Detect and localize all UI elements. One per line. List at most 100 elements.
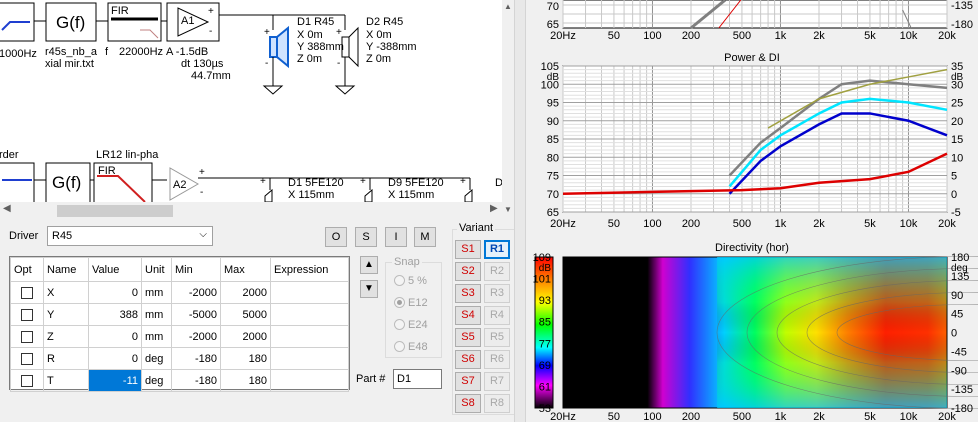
table-row[interactable]: Y 388 mm -5000 5000 xyxy=(10,303,349,326)
param-min[interactable]: -180 xyxy=(171,347,221,370)
col-max[interactable]: Max xyxy=(220,257,271,282)
schematic-vscroll[interactable]: ▲ ▼ xyxy=(502,0,514,219)
param-max[interactable]: 5000 xyxy=(220,303,271,326)
col-unit[interactable]: Unit xyxy=(141,257,172,282)
param-expression[interactable] xyxy=(270,303,349,326)
y2-tick-label: 25 xyxy=(951,98,963,110)
opt-checkbox[interactable] xyxy=(21,308,33,321)
param-expression[interactable] xyxy=(270,281,349,304)
param-min[interactable]: -5000 xyxy=(171,303,221,326)
splitter[interactable] xyxy=(514,0,526,422)
param-value[interactable]: 0 xyxy=(88,281,142,304)
x-tick-label: 10k xyxy=(900,30,918,42)
param-max[interactable]: 2000 xyxy=(220,325,271,348)
opt-checkbox[interactable] xyxy=(21,330,33,343)
part-input[interactable]: D1 xyxy=(393,369,442,389)
opt-checkbox[interactable] xyxy=(21,286,33,299)
m-button[interactable]: M xyxy=(414,227,436,247)
d1-minus: - xyxy=(265,58,269,69)
d2-minus: - xyxy=(337,58,341,69)
x-tick-label: 20Hz xyxy=(550,30,576,42)
chevron-down-icon: ⌵ xyxy=(199,229,207,240)
opt-checkbox[interactable] xyxy=(21,374,33,387)
variant-r8-button[interactable]: R8 xyxy=(484,394,510,413)
variant-s1-button[interactable]: S1 xyxy=(455,240,481,259)
move-down-button[interactable]: ▼ xyxy=(360,280,378,298)
fir-label-top: FIR xyxy=(111,5,129,17)
y-tick-label: 95 xyxy=(547,98,559,110)
variant-s4-button[interactable]: S4 xyxy=(455,306,481,325)
snap-title: Snap xyxy=(392,256,422,268)
scroll-up-icon[interactable]: ▲ xyxy=(504,2,512,11)
x-tick-label: 1k xyxy=(775,218,787,230)
param-min[interactable]: -2000 xyxy=(171,281,221,304)
table-row[interactable]: Z 0 mm -2000 2000 xyxy=(10,325,349,348)
variant-s3-button[interactable]: S3 xyxy=(455,284,481,303)
snap-radio-5pct[interactable]: 5 % xyxy=(394,275,427,287)
col-name[interactable]: Name xyxy=(43,257,89,282)
table-row[interactable]: T -11 deg -180 180 xyxy=(10,369,349,392)
snap-radio-e24[interactable]: E24 xyxy=(394,319,428,331)
param-value[interactable]: 0 xyxy=(88,347,142,370)
param-expression[interactable] xyxy=(270,325,349,348)
move-up-button[interactable]: ▲ xyxy=(360,256,378,274)
col-opt[interactable]: Opt xyxy=(10,257,44,282)
scroll-right-icon[interactable]: ▶ xyxy=(490,203,498,214)
scroll-down-icon[interactable]: ▼ xyxy=(504,205,512,214)
variant-r1-button[interactable]: R1 xyxy=(484,240,510,259)
x-tick-label: 20k xyxy=(938,218,956,230)
schematic-canvas[interactable]: 1000Hz G(f) r45s_nb_a xial mir.txt FIR f… xyxy=(0,0,502,202)
schematic-hscroll[interactable]: ◀ ▶ xyxy=(0,202,502,219)
variant-r7-button[interactable]: R7 xyxy=(484,372,510,391)
param-name: X xyxy=(43,281,89,304)
y2-tick-label: 10 xyxy=(951,152,963,164)
snap-radio-e12[interactable]: E12 xyxy=(394,297,428,309)
s-button[interactable]: S xyxy=(355,227,377,247)
d1-plus: + xyxy=(264,27,270,38)
param-value[interactable]: 0 xyxy=(88,325,142,348)
variant-s6-button[interactable]: S6 xyxy=(455,350,481,369)
param-unit: deg xyxy=(141,369,172,392)
scroll-left-icon[interactable]: ◀ xyxy=(3,203,11,214)
hscroll-thumb[interactable] xyxy=(57,205,173,217)
param-value[interactable]: 388 xyxy=(88,303,142,326)
driver-select[interactable]: R45 ⌵ xyxy=(47,226,213,246)
x-tick-label: 200 xyxy=(682,218,700,230)
variant-s5-button[interactable]: S5 xyxy=(455,328,481,347)
d2-name: D2 R45 xyxy=(366,16,404,28)
col-min[interactable]: Min xyxy=(171,257,221,282)
param-min[interactable]: -2000 xyxy=(171,325,221,348)
opt-checkbox[interactable] xyxy=(21,352,33,365)
variant-s7-button[interactable]: S7 xyxy=(455,372,481,391)
fir-f-label: f xyxy=(105,46,109,58)
y-tick-label: 75 xyxy=(547,171,559,183)
variant-r4-button[interactable]: R4 xyxy=(484,306,510,325)
variant-r6-button[interactable]: R6 xyxy=(484,350,510,369)
param-max[interactable]: 2000 xyxy=(220,281,271,304)
col-value[interactable]: Value xyxy=(88,257,142,282)
variant-r2-button[interactable]: R2 xyxy=(484,262,510,281)
variant-r3-button[interactable]: R3 xyxy=(484,284,510,303)
variant-s8-button[interactable]: S8 xyxy=(455,394,481,413)
param-min[interactable]: -180 xyxy=(171,369,221,392)
col-expression[interactable]: Expression xyxy=(270,257,349,282)
variant-s2-button[interactable]: S2 xyxy=(455,262,481,281)
snap-radio-e48[interactable]: E48 xyxy=(394,341,428,353)
scale-tick-label: 53 xyxy=(539,403,551,415)
param-expression[interactable] xyxy=(270,369,349,392)
param-value-selected[interactable]: -11 xyxy=(88,369,142,392)
parameter-grid[interactable]: Opt Name Value Unit Min Max Expression X… xyxy=(9,256,350,392)
y2-tick-label: 20 xyxy=(951,116,963,128)
variant-r5-button[interactable]: R5 xyxy=(484,328,510,347)
i-button[interactable]: I xyxy=(385,227,407,247)
power-di-title: Power & DI xyxy=(724,52,780,64)
table-row[interactable]: R 0 deg -180 180 xyxy=(10,347,349,370)
bd9-plus: + xyxy=(360,176,366,187)
o-button[interactable]: O xyxy=(325,227,347,247)
x-tick-label: 200 xyxy=(682,30,700,42)
freq-left-label: 1000Hz xyxy=(0,48,37,60)
param-max[interactable]: 180 xyxy=(220,369,271,392)
table-row[interactable]: X 0 mm -2000 2000 xyxy=(10,281,349,304)
param-expression[interactable] xyxy=(270,347,349,370)
param-max[interactable]: 180 xyxy=(220,347,271,370)
